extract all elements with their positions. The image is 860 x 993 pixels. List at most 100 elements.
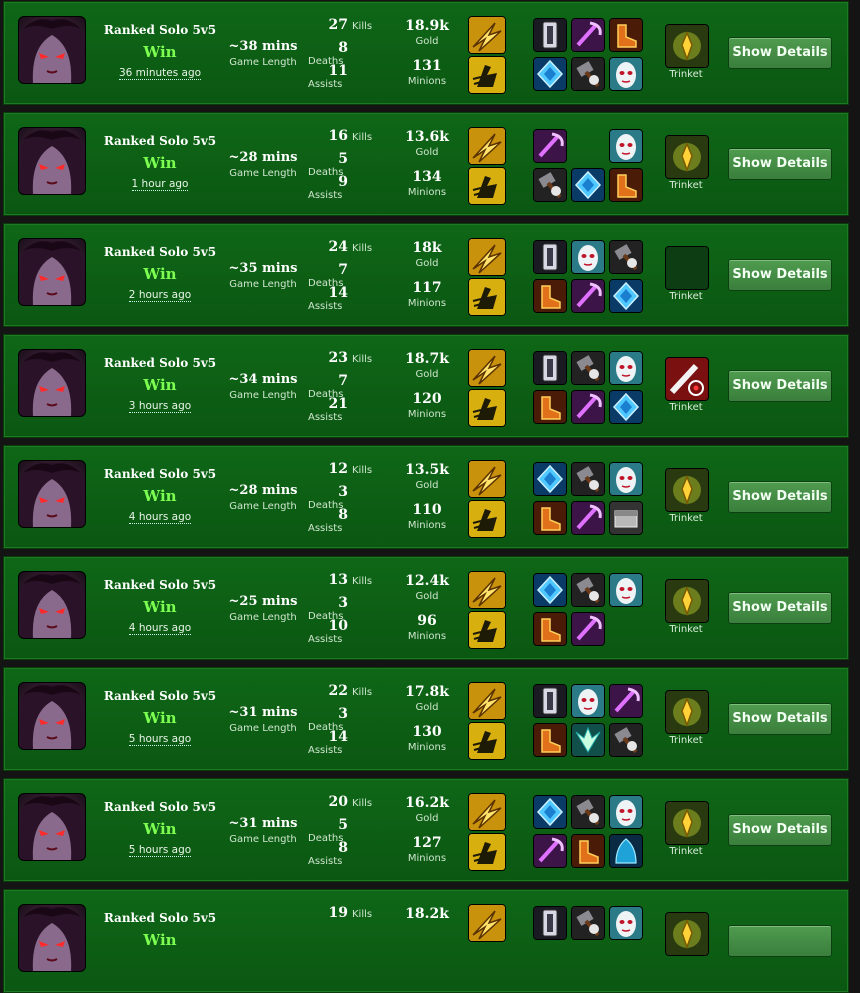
champion-portrait[interactable]: [18, 16, 86, 84]
flash-icon[interactable]: [468, 460, 506, 498]
crystal-icon[interactable]: [533, 462, 567, 496]
assists-stat: 14Assists: [308, 729, 348, 756]
ghost-icon[interactable]: [468, 500, 506, 538]
flash-icon[interactable]: [468, 904, 506, 942]
champion-portrait[interactable]: [18, 238, 86, 306]
boots-icon[interactable]: [571, 834, 605, 868]
yellow-totem-icon[interactable]: [665, 468, 709, 512]
ghost-icon[interactable]: [468, 278, 506, 316]
scythe-icon[interactable]: [571, 501, 605, 535]
armor-icon[interactable]: [533, 684, 567, 718]
mask-icon[interactable]: [609, 795, 643, 829]
crystal-icon[interactable]: [533, 573, 567, 607]
crystal-icon[interactable]: [571, 168, 605, 202]
gold-value: 13.5k: [405, 462, 449, 478]
yellow-totem-icon[interactable]: [665, 690, 709, 734]
boots-icon[interactable]: [533, 390, 567, 424]
show-details-button[interactable]: Show Details: [728, 259, 832, 291]
chest-icon[interactable]: [609, 501, 643, 535]
crystal-icon[interactable]: [533, 57, 567, 91]
hammer-icon[interactable]: [609, 723, 643, 757]
scythe-icon[interactable]: [609, 684, 643, 718]
scythe-icon[interactable]: [533, 834, 567, 868]
champion-portrait[interactable]: [18, 460, 86, 528]
show-details-button[interactable]: Show Details: [728, 370, 832, 402]
scythe-icon[interactable]: [571, 279, 605, 313]
hammer-icon[interactable]: [571, 351, 605, 385]
mask-icon[interactable]: [609, 573, 643, 607]
scythe-icon[interactable]: [571, 390, 605, 424]
show-details-button[interactable]: Show Details: [728, 37, 832, 69]
flash-icon[interactable]: [468, 571, 506, 609]
armor-icon[interactable]: [533, 351, 567, 385]
hammer-icon[interactable]: [571, 573, 605, 607]
show-details-button[interactable]: [728, 925, 832, 957]
armor-icon[interactable]: [533, 240, 567, 274]
wings-icon[interactable]: [571, 723, 605, 757]
ghost-icon[interactable]: [468, 611, 506, 649]
yellow-totem-icon[interactable]: [665, 579, 709, 623]
crystal-icon[interactable]: [609, 390, 643, 424]
flash-icon[interactable]: [468, 682, 506, 720]
yellow-totem-icon[interactable]: [665, 135, 709, 179]
flash-icon[interactable]: [468, 238, 506, 276]
crystal-icon[interactable]: [609, 279, 643, 313]
hammer-icon[interactable]: [571, 795, 605, 829]
show-details-button[interactable]: Show Details: [728, 814, 832, 846]
crystal-icon[interactable]: [533, 795, 567, 829]
boots-icon[interactable]: [533, 612, 567, 646]
show-details-button[interactable]: Show Details: [728, 148, 832, 180]
boots-icon[interactable]: [533, 501, 567, 535]
hammer-icon[interactable]: [571, 57, 605, 91]
show-details-button[interactable]: Show Details: [728, 703, 832, 735]
minions-label: Minions: [407, 187, 447, 198]
flash-icon[interactable]: [468, 349, 506, 387]
gold-value: 18.9k: [405, 18, 449, 34]
flash-icon[interactable]: [468, 793, 506, 831]
empty-slot-icon[interactable]: [665, 246, 709, 290]
mask-icon[interactable]: [609, 906, 643, 940]
mask-icon[interactable]: [609, 57, 643, 91]
yellow-totem-icon[interactable]: [665, 24, 709, 68]
mask-icon[interactable]: [571, 240, 605, 274]
ghost-icon[interactable]: [468, 56, 506, 94]
champion-portrait[interactable]: [18, 793, 86, 861]
yellow-totem-icon[interactable]: [665, 912, 709, 956]
cloak-icon[interactable]: [609, 834, 643, 868]
armor-icon[interactable]: [533, 18, 567, 52]
scythe-icon[interactable]: [571, 18, 605, 52]
ghost-icon[interactable]: [468, 389, 506, 427]
scythe-icon[interactable]: [571, 612, 605, 646]
gold-value: 18k: [412, 240, 442, 256]
boots-icon[interactable]: [533, 279, 567, 313]
champion-portrait[interactable]: [18, 682, 86, 750]
hammer-icon[interactable]: [609, 240, 643, 274]
ghost-icon[interactable]: [468, 833, 506, 871]
hammer-icon[interactable]: [571, 462, 605, 496]
boots-icon[interactable]: [533, 723, 567, 757]
armor-icon[interactable]: [533, 906, 567, 940]
mask-icon[interactable]: [609, 462, 643, 496]
show-details-button[interactable]: Show Details: [728, 481, 832, 513]
boots-icon[interactable]: [609, 168, 643, 202]
flash-icon[interactable]: [468, 127, 506, 165]
red-lens-icon[interactable]: [665, 357, 709, 401]
hammer-icon[interactable]: [533, 168, 567, 202]
champion-portrait[interactable]: [18, 127, 86, 195]
hammer-icon[interactable]: [571, 906, 605, 940]
champion-portrait[interactable]: [18, 349, 86, 417]
show-details-button[interactable]: Show Details: [728, 592, 832, 624]
mask-icon[interactable]: [609, 129, 643, 163]
yellow-totem-icon[interactable]: [665, 801, 709, 845]
champion-portrait[interactable]: [18, 904, 86, 972]
ghost-icon[interactable]: [468, 722, 506, 760]
mask-icon[interactable]: [609, 351, 643, 385]
mask-icon[interactable]: [571, 684, 605, 718]
scythe-icon[interactable]: [533, 129, 567, 163]
champion-portrait[interactable]: [18, 571, 86, 639]
boots-icon[interactable]: [609, 18, 643, 52]
game-length: ~28 mins: [228, 150, 298, 165]
flash-icon[interactable]: [468, 16, 506, 54]
queue-type: Ranked Solo 5v5: [103, 134, 217, 148]
ghost-icon[interactable]: [468, 167, 506, 205]
